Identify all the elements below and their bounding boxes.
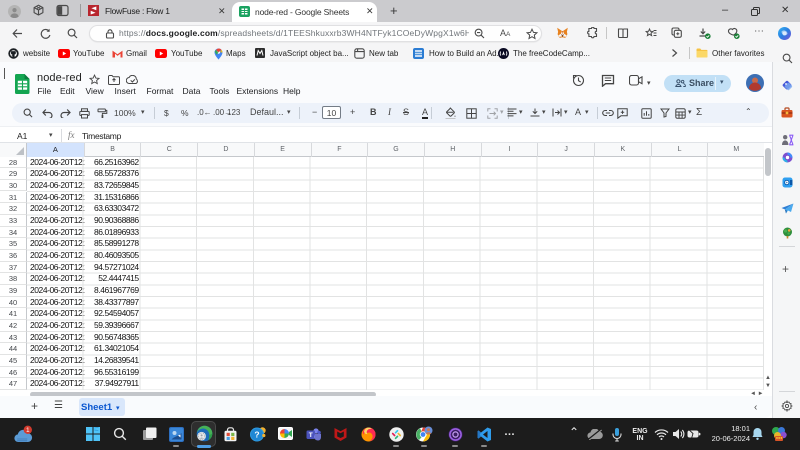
svg-text:1: 1: [26, 427, 30, 434]
svg-text:?: ?: [254, 429, 259, 439]
svg-text:T: T: [309, 432, 313, 439]
